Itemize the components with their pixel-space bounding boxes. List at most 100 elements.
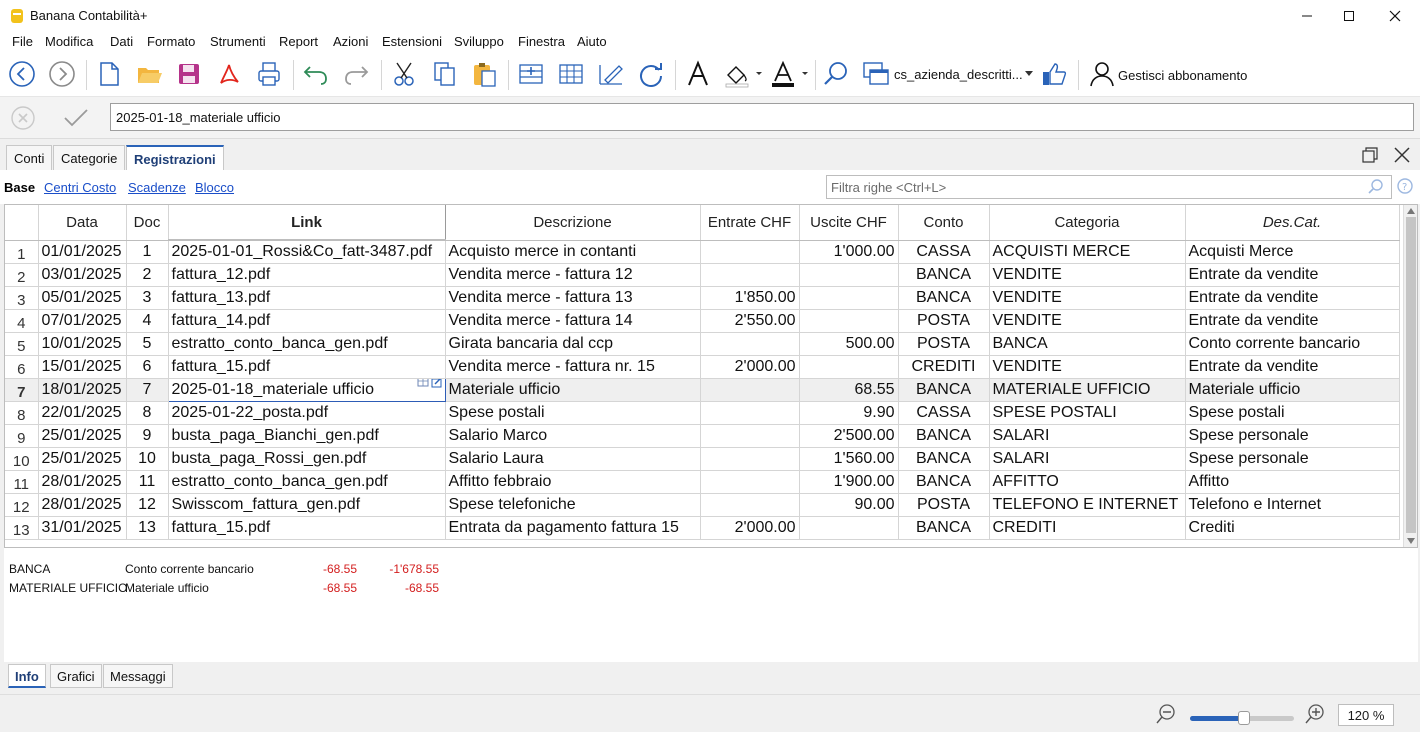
filter-rows-input[interactable] xyxy=(826,175,1392,199)
cell-conto[interactable]: BANCA xyxy=(898,424,990,448)
cell-des-cat[interactable]: Spese personale xyxy=(1185,424,1400,448)
cell-data[interactable]: 28/01/2025 xyxy=(38,470,127,494)
cell-data[interactable]: 05/01/2025 xyxy=(38,286,127,310)
tab-grafici[interactable]: Grafici xyxy=(50,664,102,688)
copy-button[interactable] xyxy=(428,58,460,90)
row-number[interactable]: 6 xyxy=(5,355,39,379)
cell-categoria[interactable]: AFFITTO xyxy=(989,470,1186,494)
column-header-descrizione[interactable]: Descrizione xyxy=(445,205,701,241)
cut-button[interactable] xyxy=(388,58,420,90)
cell-categoria[interactable]: VENDITE xyxy=(989,309,1186,333)
cell-entrate[interactable] xyxy=(700,263,800,287)
cell-edit-icons[interactable] xyxy=(416,379,444,393)
cell-descrizione[interactable]: Spese telefoniche xyxy=(445,493,701,517)
cell-doc[interactable]: 3 xyxy=(126,286,169,310)
row-number[interactable]: 5 xyxy=(5,332,39,356)
insert-row-button[interactable] xyxy=(515,58,547,90)
table-row[interactable]: 3 05/01/2025 3 fattura_13.pdf Vendita merce … xyxy=(5,286,1400,310)
cell-data[interactable]: 22/01/2025 xyxy=(38,401,127,425)
forward-button[interactable] xyxy=(46,58,78,90)
cell-doc[interactable]: 1 xyxy=(126,240,169,264)
cell-link[interactable]: 2025-01-01_Rossi&Co_fatt-3487.pdf xyxy=(168,240,446,264)
cell-entrate[interactable] xyxy=(700,240,800,264)
cell-doc[interactable]: 4 xyxy=(126,309,169,333)
cell-categoria[interactable]: TELEFONO E INTERNET xyxy=(989,493,1186,517)
cell-uscite[interactable] xyxy=(799,355,899,379)
zoom-slider-thumb[interactable] xyxy=(1238,711,1251,725)
cell-data[interactable]: 25/01/2025 xyxy=(38,424,127,448)
menu-modifica[interactable]: Modifica xyxy=(45,34,93,49)
table-row[interactable]: 8 22/01/2025 8 2025-01-22_posta.pdf Spese po… xyxy=(5,401,1400,425)
cell-doc[interactable]: 8 xyxy=(126,401,169,425)
cell-categoria[interactable]: VENDITE xyxy=(989,263,1186,287)
menu-formato[interactable]: Formato xyxy=(147,34,195,49)
paste-button[interactable] xyxy=(468,58,500,90)
view-blocco[interactable]: Blocco xyxy=(195,180,234,195)
close-window-button[interactable] xyxy=(1372,0,1418,32)
maximize-button[interactable] xyxy=(1326,0,1372,32)
cell-descrizione[interactable]: Vendita merce - fattura 12 xyxy=(445,263,701,287)
cell-conto[interactable]: CASSA xyxy=(898,240,990,264)
menu-file[interactable]: File xyxy=(12,34,33,49)
cell-doc[interactable]: 13 xyxy=(126,516,169,540)
vertical-scrollbar[interactable] xyxy=(1403,205,1417,547)
table-row[interactable]: 7 18/01/2025 7 2025-01-18_materiale ufficio… xyxy=(5,377,1400,402)
cell-conto[interactable]: CREDITI xyxy=(898,355,990,379)
cell-uscite[interactable]: 68.55 xyxy=(799,378,899,402)
cell-descrizione[interactable]: Salario Laura xyxy=(445,447,701,471)
cell-doc[interactable]: 12 xyxy=(126,493,169,517)
export-pdf-button[interactable] xyxy=(213,58,245,90)
zoom-in-button[interactable] xyxy=(1304,703,1326,725)
cell-link[interactable]: 2025-01-22_posta.pdf xyxy=(168,401,446,425)
edit-row-button[interactable] xyxy=(595,58,627,90)
redo-button[interactable] xyxy=(340,58,372,90)
save-button[interactable] xyxy=(173,58,205,90)
table-row[interactable]: 1 01/01/2025 1 2025-01-01_Rossi&Co_fatt-348… xyxy=(5,240,1400,264)
column-header-uscite[interactable]: Uscite CHF xyxy=(799,205,899,241)
cancel-edit-button[interactable] xyxy=(10,105,36,131)
cell-des-cat[interactable]: Entrate da vendite xyxy=(1185,286,1400,310)
cell-uscite[interactable] xyxy=(799,286,899,310)
cell-categoria[interactable]: VENDITE xyxy=(989,286,1186,310)
scrollbar-thumb[interactable] xyxy=(1406,217,1416,533)
cell-entrate[interactable] xyxy=(700,447,800,471)
menu-dati[interactable]: Dati xyxy=(110,34,133,49)
menu-finestra[interactable]: Finestra xyxy=(518,34,565,49)
cell-doc[interactable]: 2 xyxy=(126,263,169,287)
thumbs-up-button[interactable] xyxy=(1038,58,1070,90)
cell-conto[interactable]: BANCA xyxy=(898,378,990,402)
cell-uscite[interactable]: 1'560.00 xyxy=(799,447,899,471)
cell-des-cat[interactable]: Entrate da vendite xyxy=(1185,309,1400,333)
cell-link[interactable]: fattura_15.pdf xyxy=(168,355,446,379)
cell-data[interactable]: 07/01/2025 xyxy=(38,309,127,333)
cell-conto[interactable]: BANCA xyxy=(898,286,990,310)
cell-categoria[interactable]: CREDITI xyxy=(989,516,1186,540)
cell-uscite[interactable] xyxy=(799,309,899,333)
cell-data[interactable]: 25/01/2025 xyxy=(38,447,127,471)
cell-descrizione[interactable]: Vendita merce - fattura 13 xyxy=(445,286,701,310)
cell-data[interactable]: 31/01/2025 xyxy=(38,516,127,540)
help-search-icon[interactable]: ? xyxy=(1396,178,1414,196)
row-number[interactable]: 11 xyxy=(5,470,39,494)
cell-categoria[interactable]: BANCA xyxy=(989,332,1186,356)
cell-doc[interactable]: 9 xyxy=(126,424,169,448)
cell-data[interactable]: 03/01/2025 xyxy=(38,263,127,287)
cell-doc[interactable]: 7 xyxy=(126,378,169,402)
delete-row-button[interactable] xyxy=(555,58,587,90)
cell-descrizione[interactable]: Materiale ufficio xyxy=(445,378,701,402)
cell-des-cat[interactable]: Telefono e Internet xyxy=(1185,493,1400,517)
column-header-des-cat[interactable]: Des.Cat. xyxy=(1185,205,1400,241)
row-number[interactable]: 13 xyxy=(5,516,39,540)
row-number[interactable]: 9 xyxy=(5,424,39,448)
account-button[interactable] xyxy=(1086,58,1118,90)
cell-entrate[interactable] xyxy=(700,493,800,517)
view-base[interactable]: Base xyxy=(4,180,35,195)
cell-data[interactable]: 10/01/2025 xyxy=(38,332,127,356)
cell-data[interactable]: 28/01/2025 xyxy=(38,493,127,517)
cell-categoria[interactable]: SALARI xyxy=(989,424,1186,448)
cell-des-cat[interactable]: Crediti xyxy=(1185,516,1400,540)
menu-sviluppo[interactable]: Sviluppo xyxy=(454,34,504,49)
cell-descrizione[interactable]: Affitto febbraio xyxy=(445,470,701,494)
fill-color-button[interactable] xyxy=(722,58,764,90)
cell-doc[interactable]: 6 xyxy=(126,355,169,379)
